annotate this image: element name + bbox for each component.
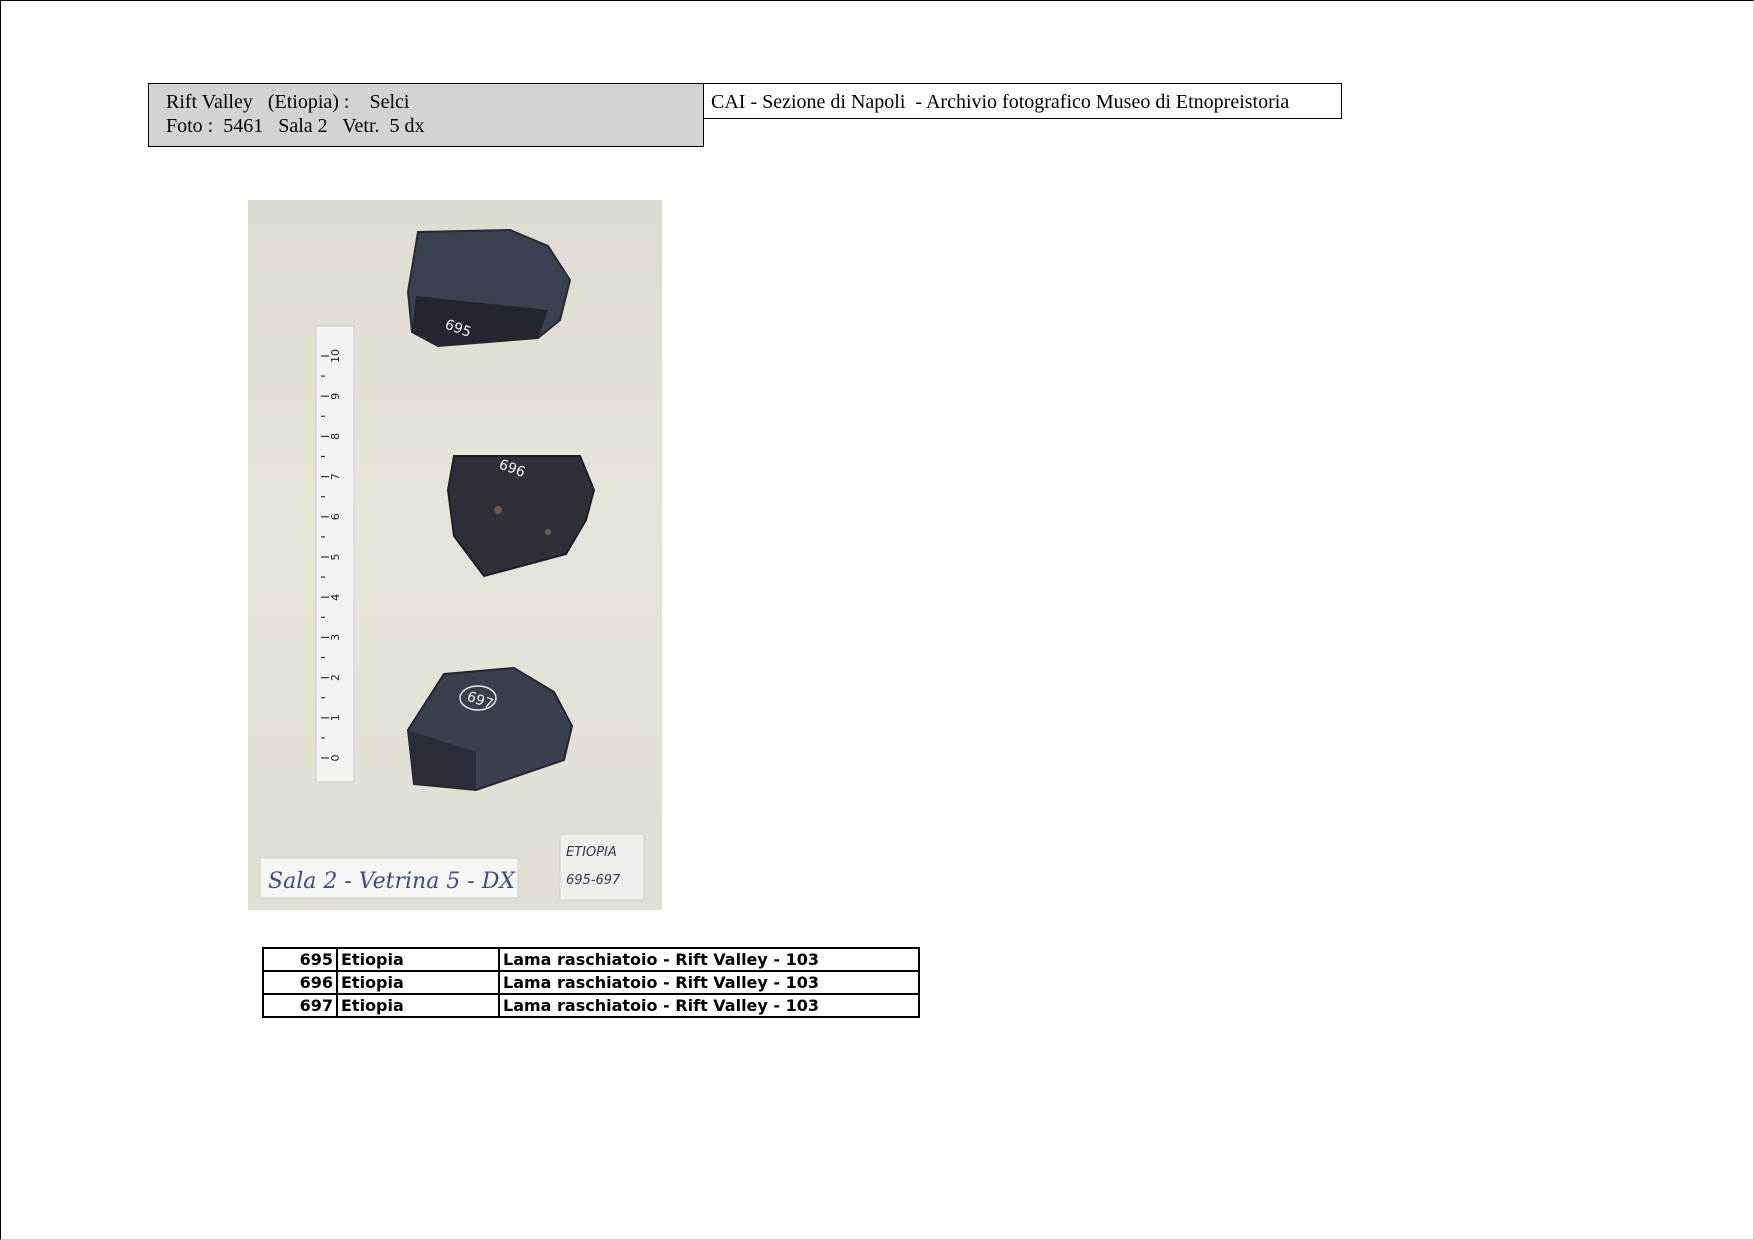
ruler-mark-8: 8 <box>329 433 342 440</box>
photo-caption-box: Rift Valley (Etiopia) : Selci Foto : 546… <box>148 83 704 147</box>
item-place: Etiopia <box>336 970 500 995</box>
item-description: Lama raschiatoio - Rift Valley - 103 <box>498 947 920 972</box>
item-number: 696 <box>262 970 338 995</box>
ruler-mark-6: 6 <box>329 513 342 520</box>
item-description: Lama raschiatoio - Rift Valley - 103 <box>498 993 920 1018</box>
ruler-mark-9: 9 <box>329 393 342 400</box>
ruler-mark-5: 5 <box>329 554 342 561</box>
stone-696-spot <box>494 506 502 514</box>
table-row: 696 Etiopia Lama raschiatoio - Rift Vall… <box>262 970 920 995</box>
item-place: Etiopia <box>336 947 500 972</box>
table-row: 695 Etiopia Lama raschiatoio - Rift Vall… <box>262 947 920 972</box>
ruler-mark-10: 10 <box>329 349 342 363</box>
table-row: 697 Etiopia Lama raschiatoio - Rift Vall… <box>262 993 920 1018</box>
tag-line-1: ETIOPIA <box>566 845 617 860</box>
item-number: 695 <box>262 947 338 972</box>
ruler-mark-1: 1 <box>329 714 342 721</box>
artifact-photo: 0 1 2 3 4 5 6 7 8 9 10 695 696 697 Sala … <box>248 200 662 910</box>
item-place: Etiopia <box>336 993 500 1018</box>
archive-title: CAI - Sezione di Napoli - Archivio fotog… <box>703 83 1342 119</box>
ruler-mark-3: 3 <box>329 634 342 641</box>
catalog-tag <box>559 833 645 901</box>
ruler-mark-4: 4 <box>329 594 342 601</box>
caption-photo-ref: Foto : 5461 Sala 2 Vetr. 5 dx <box>166 115 425 137</box>
items-table: 695 Etiopia Lama raschiatoio - Rift Vall… <box>262 947 920 1018</box>
tag-line-2: 695-697 <box>566 873 621 888</box>
ruler-mark-2: 2 <box>329 674 342 681</box>
ruler-mark-0: 0 <box>329 755 342 762</box>
label-card-text: Sala 2 - Vetrina 5 - DX <box>268 869 516 894</box>
ruler-mark-7: 7 <box>329 473 342 480</box>
caption-location: Rift Valley (Etiopia) : Selci <box>166 91 410 113</box>
item-number: 697 <box>262 993 338 1018</box>
item-description: Lama raschiatoio - Rift Valley - 103 <box>498 970 920 995</box>
photo-drawing: 0 1 2 3 4 5 6 7 8 9 10 695 696 697 Sala … <box>259 228 645 901</box>
stone-696-spot <box>545 529 551 535</box>
